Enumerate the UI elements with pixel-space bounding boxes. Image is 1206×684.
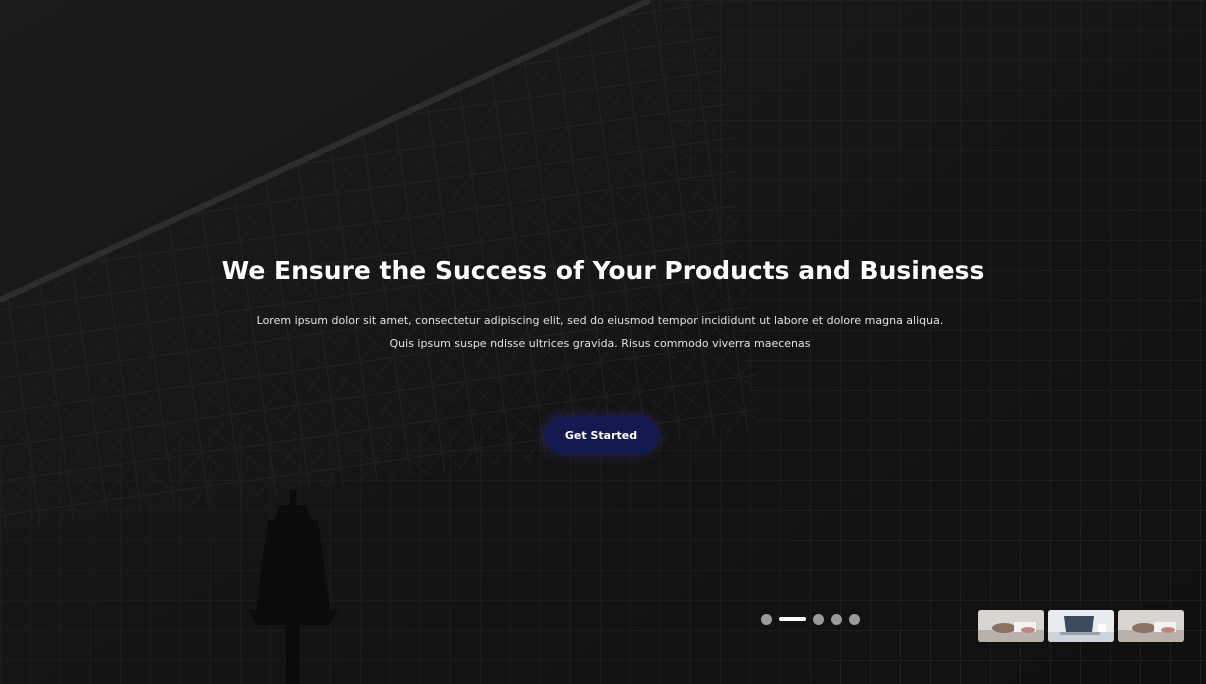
slide-dot-1[interactable]: [761, 613, 772, 625]
laptop-desk-image: [1048, 610, 1114, 642]
slide-dot-3[interactable]: [813, 613, 824, 625]
thumbnail-1[interactable]: [978, 610, 1044, 642]
hero-section: We Ensure the Success of Your Products a…: [0, 0, 1206, 684]
slide-dot-2[interactable]: [779, 617, 806, 621]
thumbnail-3[interactable]: [1118, 610, 1184, 642]
get-started-button[interactable]: Get Started: [544, 416, 658, 454]
thumbnail-2[interactable]: [1048, 610, 1114, 642]
workspace-hands-image: [978, 610, 1044, 642]
slider-pagination: [761, 613, 860, 625]
slide-dot-5[interactable]: [849, 613, 860, 625]
slide-dot-4[interactable]: [831, 613, 842, 625]
workspace-hands-image: [1118, 610, 1184, 642]
hero-description: Lorem ipsum dolor sit amet, consectetur …: [256, 314, 944, 350]
slider-thumbnails: [978, 610, 1184, 642]
hero-title: We Ensure the Success of Your Products a…: [221, 256, 985, 285]
